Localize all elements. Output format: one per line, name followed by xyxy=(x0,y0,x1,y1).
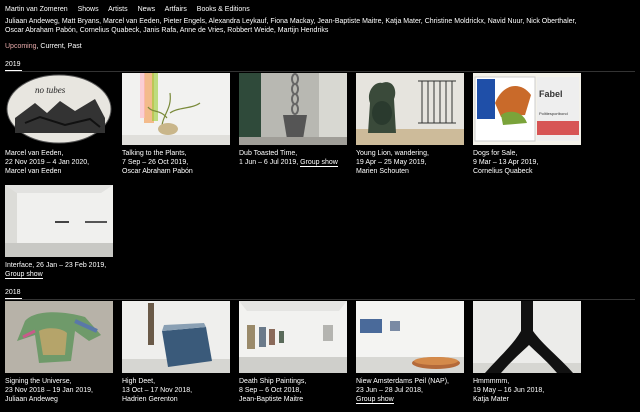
filter-sep: , xyxy=(63,43,66,50)
show-artist[interactable]: Hadrien Gerenton xyxy=(122,396,178,403)
show-thumbnail[interactable] xyxy=(356,301,464,373)
group-show-link[interactable]: Group show xyxy=(5,271,43,279)
show-title[interactable]: Death Ship Paintings, xyxy=(239,378,306,385)
show-caption: Interface, 26 Jan – 23 Feb 2019, Group s… xyxy=(5,261,123,279)
show-dates: 26 Jan – 23 Feb 2019, xyxy=(36,262,107,269)
show-dates: 23 Nov 2018 – 19 Jan 2019, xyxy=(5,387,93,394)
show-dates: 9 Mar – 13 Apr 2019, xyxy=(473,159,539,166)
artist-links-line2[interactable]: Oscar Abraham Pabón, Cornelius Quabeck, … xyxy=(5,27,328,34)
show-thumbnail[interactable] xyxy=(356,73,464,145)
show-thumbnail[interactable] xyxy=(473,301,581,373)
artist-links-line1[interactable]: Juliaan Andeweg, Matt Bryans, Marcel van… xyxy=(5,18,576,25)
group-show-link[interactable]: Group show xyxy=(356,396,394,404)
show-title[interactable]: Talking to the Plants, xyxy=(122,150,187,157)
show-caption: Niew Amsterdams Peil (NAP), 23 Jun – 28 … xyxy=(356,377,474,404)
filter-upcoming[interactable]: Upcoming xyxy=(5,43,37,50)
show-thumbnail[interactable]: Fabel Politiesportbond xyxy=(473,73,581,145)
show-dates: 7 Sep – 26 Oct 2019, xyxy=(122,159,189,166)
show-dates: 19 May – 16 Jun 2018, xyxy=(473,387,545,394)
nav-artfairs[interactable]: Artfairs xyxy=(165,6,187,13)
svg-text:no tubes: no tubes xyxy=(35,85,66,95)
show-filter: Upcoming, Current, Past xyxy=(5,42,82,51)
show-thumbnail[interactable] xyxy=(122,301,230,373)
show-caption: Hmmmmm, 19 May – 16 Jun 2018, Katja Mate… xyxy=(473,377,591,404)
show-title[interactable]: Interface, xyxy=(5,262,34,269)
show-caption: Dub Toasted Time, 1 Jun – 6 Jul 2019, Gr… xyxy=(239,149,357,167)
site-logo-link[interactable]: Martin van Zomeren xyxy=(5,6,68,13)
show-caption: Dogs for Sale, 9 Mar – 13 Apr 2019, Corn… xyxy=(473,149,591,176)
show-dates: 22 Nov 2019 – 4 Jan 2020, xyxy=(5,159,90,166)
show-thumbnail[interactable] xyxy=(5,301,113,373)
year-heading-2018: 2018 xyxy=(5,288,22,299)
show-artist[interactable]: Juliaan Andeweg xyxy=(5,396,58,403)
show-title[interactable]: Dogs for Sale, xyxy=(473,150,517,157)
show-dates: 1 Jun – 6 Jul 2019, xyxy=(239,159,299,166)
show-artist[interactable]: Jean-Baptiste Maitre xyxy=(239,396,303,403)
show-thumbnail[interactable] xyxy=(5,185,113,257)
nav-news[interactable]: News xyxy=(138,6,156,13)
show-caption: Talking to the Plants, 7 Sep – 26 Oct 20… xyxy=(122,149,240,176)
show-thumbnail[interactable] xyxy=(239,73,347,145)
nav-shows[interactable]: Shows xyxy=(78,6,99,13)
show-caption: Death Ship Paintings, 8 Sep – 6 Oct 2018… xyxy=(239,377,357,404)
year-label: 2018 xyxy=(5,289,21,296)
show-caption: High Deet, 13 Oct – 17 Nov 2018, Hadrien… xyxy=(122,377,240,404)
nav-books-editions[interactable]: Books & Editions xyxy=(197,6,250,13)
show-caption: Marcel van Eeden, 22 Nov 2019 – 4 Jan 20… xyxy=(5,149,123,176)
show-title[interactable]: Dub Toasted Time, xyxy=(239,150,297,157)
show-title[interactable]: Hmmmmm, xyxy=(473,378,509,385)
artist-list: Juliaan Andeweg, Matt Bryans, Marcel van… xyxy=(5,17,635,35)
year-label: 2019 xyxy=(5,61,21,68)
show-artist[interactable]: Marien Schouten xyxy=(356,168,409,175)
show-caption: Young Lion, wandering, 19 Apr – 25 May 2… xyxy=(356,149,474,176)
nav-artists[interactable]: Artists xyxy=(108,6,127,13)
show-dates: 19 Apr – 25 May 2019, xyxy=(356,159,427,166)
show-caption: Signing the Universe, 23 Nov 2018 – 19 J… xyxy=(5,377,123,404)
year-heading-2019: 2019 xyxy=(5,60,22,71)
show-dates: 13 Oct – 17 Nov 2018, xyxy=(122,387,193,394)
show-title[interactable]: Signing the Universe, xyxy=(5,378,72,385)
filter-current[interactable]: Current xyxy=(40,43,63,50)
group-show-link[interactable]: Group show xyxy=(300,159,338,167)
show-thumbnail[interactable] xyxy=(122,73,230,145)
filter-past[interactable]: Past xyxy=(68,43,82,50)
show-title[interactable]: Young Lion, wandering, xyxy=(356,150,429,157)
show-dates: 8 Sep – 6 Oct 2018, xyxy=(239,387,302,394)
show-thumbnail[interactable]: no tubes xyxy=(5,73,113,145)
show-title[interactable]: Niew Amsterdams Peil (NAP), xyxy=(356,378,449,385)
section-divider xyxy=(5,71,635,72)
svg-text:Politiesportbond: Politiesportbond xyxy=(539,111,568,116)
show-artist[interactable]: Marcel van Eeden xyxy=(5,168,61,175)
show-artist[interactable]: Cornelius Quabeck xyxy=(473,168,533,175)
show-thumbnail[interactable] xyxy=(239,301,347,373)
show-dates: 23 Jun – 28 Jul 2018, xyxy=(356,387,423,394)
show-artist[interactable]: Oscar Abraham Pabón xyxy=(122,168,193,175)
filter-sep: , xyxy=(36,43,39,50)
show-title[interactable]: Marcel van Eeden, xyxy=(5,150,63,157)
top-nav: Martin van Zomeren Shows Artists News Ar… xyxy=(5,5,258,14)
show-artist[interactable]: Katja Mater xyxy=(473,396,509,403)
show-title[interactable]: High Deet, xyxy=(122,378,155,385)
svg-text:Fabel: Fabel xyxy=(539,89,563,99)
section-divider xyxy=(5,299,635,300)
